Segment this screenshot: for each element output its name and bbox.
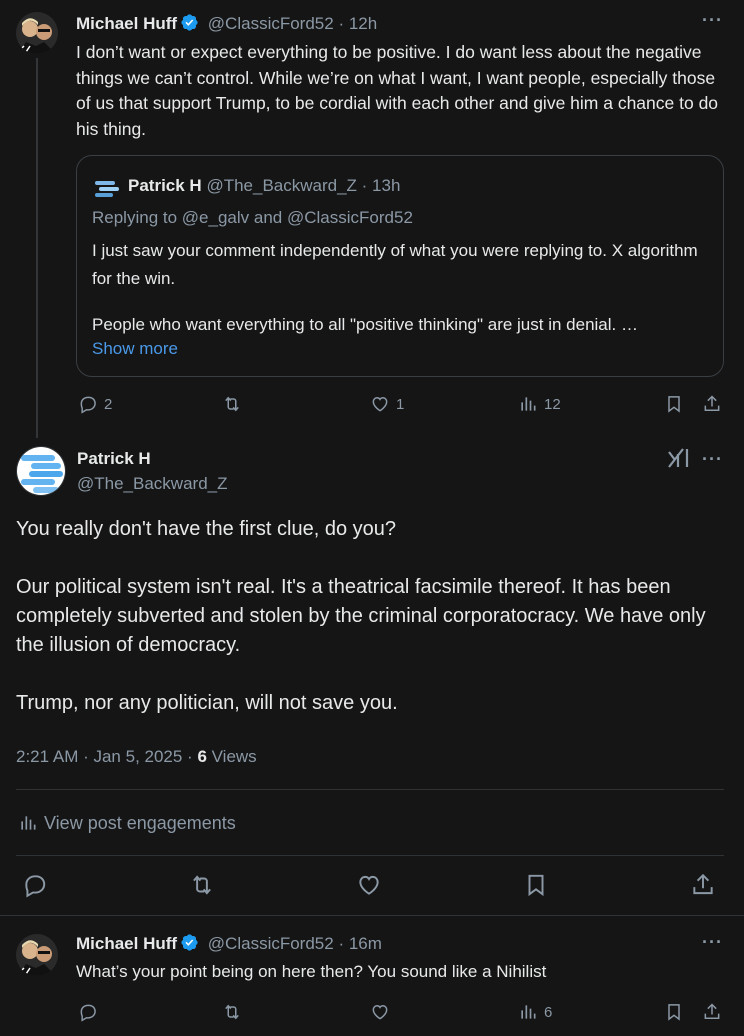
quote-author-handle: @The_Backward_Z bbox=[206, 176, 357, 195]
reply-header: Michael Huff @ClassicFord52 · 16m bbox=[76, 932, 382, 956]
reply-reply-button[interactable] bbox=[78, 1002, 98, 1022]
views-count: 12 bbox=[544, 395, 561, 413]
reply-like-button[interactable] bbox=[370, 1002, 390, 1022]
main-bookmark-button[interactable] bbox=[523, 872, 549, 898]
divider bbox=[16, 789, 724, 790]
main-author-handle[interactable]: @The_Backward_Z bbox=[77, 472, 228, 496]
quote-avatar bbox=[92, 174, 122, 204]
replying-to: Replying to @e_galv and @ClassicFord52 bbox=[92, 206, 413, 230]
view-engagements-link[interactable]: View post engagements bbox=[18, 811, 236, 835]
post-header: Michael Huff @ClassicFord52 · 12h bbox=[76, 12, 377, 36]
post-time[interactable]: 12h bbox=[349, 14, 377, 33]
post-text: I don’t want or expect everything to be … bbox=[76, 42, 719, 139]
reply-button[interactable]: 2 bbox=[78, 394, 112, 414]
repost-icon bbox=[225, 396, 239, 412]
views-button[interactable]: 12 bbox=[518, 394, 561, 414]
divider bbox=[16, 855, 724, 856]
main-post-para-3: Trump, nor any politician, will not save… bbox=[16, 692, 398, 714]
engagements-icon bbox=[21, 816, 36, 830]
heart-icon bbox=[372, 1004, 388, 1020]
repost-button[interactable] bbox=[222, 394, 242, 414]
avatar-michael-huff[interactable] bbox=[16, 934, 58, 976]
repost-icon bbox=[193, 875, 211, 895]
author-name[interactable]: Michael Huff bbox=[76, 14, 177, 33]
quote-text-1: I just saw your comment independently of… bbox=[92, 241, 698, 288]
verified-badge-icon bbox=[180, 13, 199, 32]
reply-share-button[interactable] bbox=[702, 1002, 722, 1022]
reply-author-name[interactable]: Michael Huff bbox=[76, 934, 177, 953]
bookmark-icon bbox=[528, 874, 544, 897]
main-like-button[interactable] bbox=[356, 872, 382, 898]
reply-time[interactable]: 16m bbox=[349, 934, 382, 953]
heart-icon bbox=[359, 875, 379, 895]
replying-to-user-1[interactable]: @e_galv bbox=[182, 208, 249, 227]
main-reply-button[interactable] bbox=[22, 872, 48, 898]
bookmark-icon bbox=[668, 1004, 680, 1021]
heart-icon bbox=[372, 396, 388, 412]
quote-author-name: Patrick H bbox=[128, 176, 202, 195]
main-post-para-2: Our political system isn't real. It's a … bbox=[16, 576, 706, 656]
reply-icon bbox=[80, 396, 96, 414]
reply-repost-button[interactable] bbox=[222, 1002, 242, 1022]
reply-more-options-icon[interactable]: ··· bbox=[702, 932, 723, 953]
replying-to-and: and bbox=[253, 208, 283, 227]
reply-icon bbox=[80, 1004, 96, 1022]
avatar-patrick-h[interactable] bbox=[16, 446, 66, 496]
views-icon bbox=[521, 1005, 536, 1019]
views-icon bbox=[521, 397, 536, 411]
quote-header: Patrick H @The_Backward_Z · 13h bbox=[128, 174, 400, 198]
separator-dot: · bbox=[338, 934, 349, 953]
reply-bookmark-button[interactable] bbox=[664, 1002, 684, 1022]
quote-text-2: People who want everything to all "posit… bbox=[92, 315, 638, 334]
reply-author-handle[interactable]: @ClassicFord52 bbox=[208, 934, 334, 953]
reply-count: 2 bbox=[104, 395, 113, 413]
main-share-button[interactable] bbox=[690, 872, 716, 898]
post-timestamp: 2:21 AM · Jan 5, 2025 · 6 Views bbox=[16, 745, 257, 769]
verified-badge-icon bbox=[180, 933, 199, 952]
show-more-link[interactable]: Show more bbox=[92, 337, 178, 361]
thread-line bbox=[36, 58, 38, 438]
quote-separator: · bbox=[356, 176, 373, 195]
share-icon bbox=[704, 395, 720, 411]
share-button[interactable] bbox=[702, 394, 722, 414]
reply-icon bbox=[25, 875, 46, 898]
quoted-post[interactable]: Patrick H @The_Backward_Z · 13h Replying… bbox=[76, 155, 724, 377]
share-icon bbox=[704, 1003, 720, 1019]
main-post-para-1: You really don't have the first clue, do… bbox=[16, 518, 396, 540]
reply-views-count: 6 bbox=[544, 1003, 553, 1021]
engagements-label: View post engagements bbox=[44, 813, 236, 833]
replying-to-prefix: Replying to bbox=[92, 208, 178, 227]
bookmark-button[interactable] bbox=[664, 394, 684, 414]
author-handle[interactable]: @ClassicFord52 bbox=[208, 14, 334, 33]
share-icon bbox=[693, 873, 713, 895]
replying-to-user-2[interactable]: @ClassicFord52 bbox=[287, 208, 413, 227]
main-repost-button[interactable] bbox=[189, 872, 215, 898]
like-button[interactable]: 1 bbox=[370, 394, 404, 414]
grok-icon[interactable] bbox=[667, 446, 689, 475]
reply-views-button[interactable]: 6 bbox=[518, 1002, 552, 1022]
main-post-body: You really don't have the first clue, do… bbox=[16, 515, 728, 718]
quote-time: 13h bbox=[372, 176, 401, 195]
bookmark-icon bbox=[668, 396, 680, 413]
views-number: 6 bbox=[197, 747, 207, 766]
like-count: 1 bbox=[396, 395, 405, 413]
main-more-options-icon[interactable]: ··· bbox=[702, 449, 723, 470]
main-author-name[interactable]: Patrick H bbox=[77, 447, 151, 471]
divider bbox=[0, 915, 744, 916]
timestamp-text[interactable]: 2:21 AM · Jan 5, 2025 · bbox=[16, 747, 197, 766]
views-label: Views bbox=[206, 747, 257, 766]
separator-dot: · bbox=[338, 14, 349, 33]
avatar-michael-huff[interactable] bbox=[16, 12, 58, 54]
more-options-icon[interactable]: ··· bbox=[702, 10, 723, 31]
repost-icon bbox=[225, 1004, 239, 1020]
reply-text: What’s your point being on here then? Yo… bbox=[76, 962, 547, 981]
